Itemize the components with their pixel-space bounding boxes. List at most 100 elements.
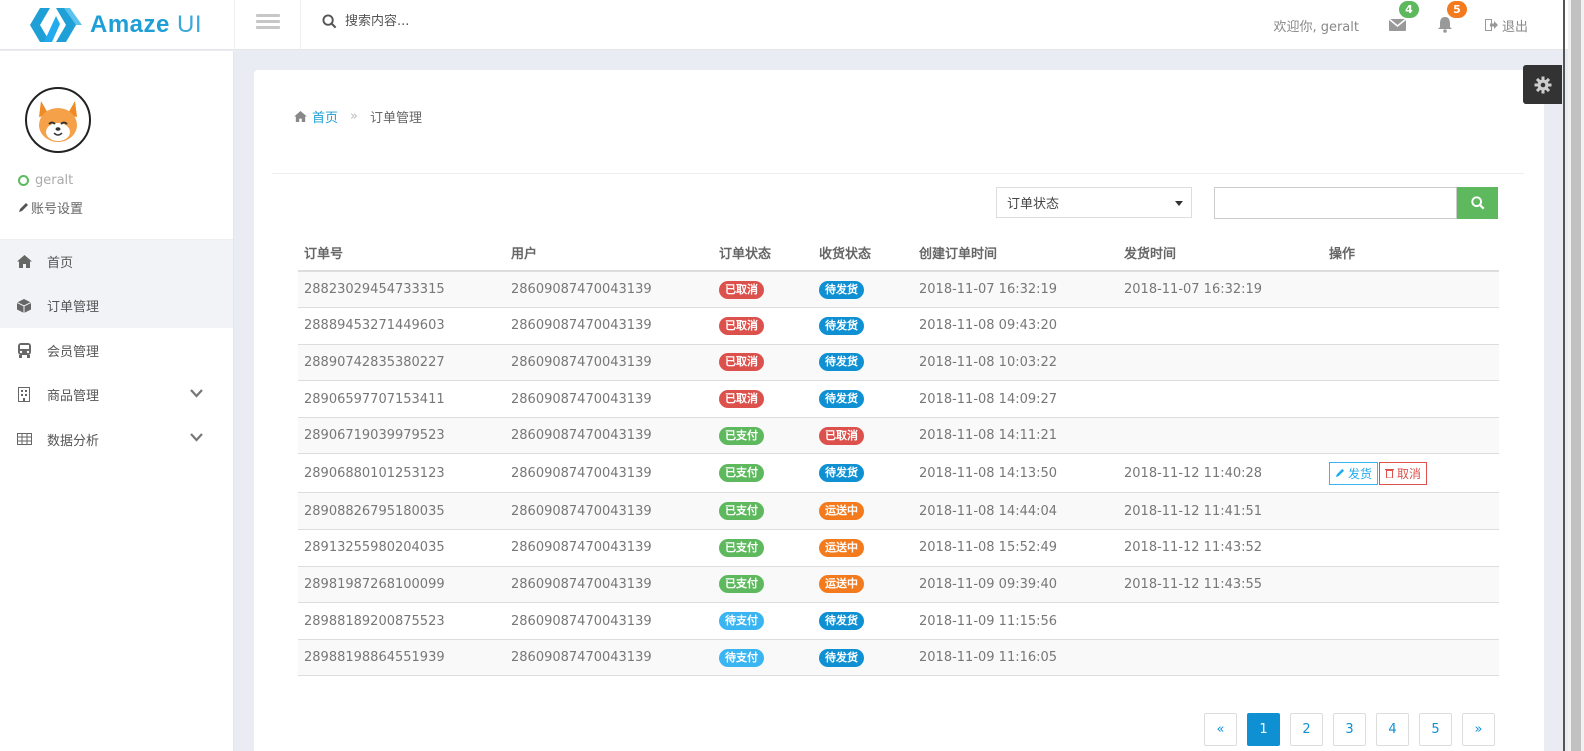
status-badge: 已取消: [819, 426, 864, 445]
page-scrollbar[interactable]: [1568, 0, 1584, 751]
status-badge: 待发货: [819, 316, 864, 335]
user-id-cell: 28609087470043139: [505, 417, 713, 455]
table-row: 28906880101253123 28609087470043139 已支付 待发货…: [298, 453, 1499, 494]
created-time-cell: 2018-11-08 10:03:22: [913, 344, 1118, 382]
order-status-cell: 待支付: [713, 602, 813, 640]
table-row: 28913255980204035 28609087470043139 已支付 运送中…: [298, 529, 1499, 567]
actions-cell: 发货 取消: [1323, 453, 1499, 494]
messages-button[interactable]: 4: [1388, 1, 1419, 35]
ship-button[interactable]: 发货: [1329, 461, 1379, 485]
pagination-page-1[interactable]: 1: [1247, 713, 1280, 746]
created-time-cell: 2018-11-07 16:32:19: [913, 271, 1118, 309]
table-row: 28988189200875523 28609087470043139 待支付 待发货…: [298, 602, 1499, 640]
content-panel: 首页 » 订单管理 订单状态 订单号 用户 订单状态 收货状态 创建订单时间 发…: [254, 70, 1544, 751]
pencil-icon: [1335, 469, 1345, 478]
shipped-time-cell: [1118, 639, 1323, 677]
created-time-cell: 2018-11-09 11:16:05: [913, 639, 1118, 677]
delivery-status-cell: 待发货: [813, 271, 913, 309]
column-header: 发货时间: [1118, 235, 1323, 272]
order-search-field[interactable]: [1214, 187, 1457, 219]
order-id-cell: 28906597707153411: [298, 380, 505, 418]
notifications-button[interactable]: 5: [1437, 1, 1467, 35]
breadcrumb-separator: »: [350, 109, 358, 124]
cube-icon: [16, 298, 32, 314]
shipped-time-cell: 2018-11-12 11:43:52: [1118, 529, 1323, 567]
order-id-cell: 28913255980204035: [298, 529, 505, 567]
user-id-cell: 28609087470043139: [505, 344, 713, 382]
status-badge: 待发货: [819, 464, 864, 483]
order-status-select[interactable]: 订单状态: [996, 187, 1192, 218]
order-id-cell: 28906719039979523: [298, 417, 505, 455]
menu-toggle-button[interactable]: [256, 14, 280, 34]
search-icon: [1470, 196, 1484, 210]
order-id-cell: 28908826795180035: [298, 492, 505, 531]
column-header: 订单状态: [713, 235, 813, 272]
shipped-time-cell: 2018-11-12 11:41:51: [1118, 492, 1323, 531]
shipped-time-cell: [1118, 417, 1323, 455]
order-status-cell: 已支付: [713, 492, 813, 531]
settings-button[interactable]: [1523, 65, 1562, 104]
status-badge: 已取消: [719, 390, 764, 409]
logout-button[interactable]: 退出: [1484, 16, 1528, 35]
order-id-cell: 28906880101253123: [298, 453, 505, 494]
pagination-page-4[interactable]: 4: [1376, 713, 1409, 746]
pagination-page-3[interactable]: 3: [1333, 713, 1366, 746]
actions-cell: [1323, 417, 1499, 455]
divider: [234, 0, 235, 50]
order-status-cell: 已支付: [713, 566, 813, 604]
sidebar-item-orders[interactable]: 订单管理: [0, 283, 233, 328]
actions-cell: [1323, 529, 1499, 567]
sidebar-item-analytics[interactable]: 数据分析: [0, 417, 233, 462]
user-id-cell: 28609087470043139: [505, 307, 713, 345]
chevron-down-icon[interactable]: [190, 433, 203, 442]
cancel-order-button[interactable]: 取消: [1379, 461, 1428, 485]
column-header: 收货状态: [813, 235, 913, 272]
breadcrumb-home[interactable]: 首页: [294, 107, 338, 126]
order-status-cell: 已支付: [713, 453, 813, 494]
actions-cell: [1323, 271, 1499, 309]
account-settings-link[interactable]: 账号设置: [18, 198, 83, 217]
envelope-icon: [1388, 18, 1407, 31]
shipped-time-cell: 2018-11-07 16:32:19: [1118, 271, 1323, 309]
sidebar-item-home[interactable]: 首页: [0, 239, 233, 284]
delivery-status-cell: 待发货: [813, 380, 913, 418]
actions-cell: [1323, 602, 1499, 640]
top-bar: Amaze UI 欢迎你, geralt 4 5 退出: [0, 0, 1568, 50]
order-status-cell: 已取消: [713, 307, 813, 345]
gear-icon: [1534, 76, 1551, 93]
caret-down-icon: [1175, 201, 1183, 206]
pagination-page-5[interactable]: 5: [1419, 713, 1452, 746]
building-icon: [16, 387, 32, 403]
status-badge: 待发货: [819, 648, 864, 667]
user-id-cell: 28609087470043139: [505, 492, 713, 531]
created-time-cell: 2018-11-08 14:13:50: [913, 453, 1118, 494]
table-row: 28890742835380227 28609087470043139 已取消 待发货…: [298, 344, 1499, 382]
notifications-badge: 5: [1446, 1, 1467, 18]
search-input[interactable]: [345, 14, 645, 29]
order-search-button[interactable]: [1457, 187, 1498, 219]
shipped-time-cell: [1118, 380, 1323, 418]
pagination-next[interactable]: »: [1462, 713, 1495, 746]
order-id-cell: 28988198864551939: [298, 639, 505, 677]
avatar[interactable]: [25, 87, 91, 153]
user-id-cell: 28609087470043139: [505, 529, 713, 567]
delivery-status-cell: 待发货: [813, 344, 913, 382]
table-row: 28981987268100099 28609087470043139 已支付 运送中…: [298, 566, 1499, 604]
scrollbar-thumb[interactable]: [1571, 0, 1581, 751]
sidebar-item-products[interactable]: 商品管理: [0, 373, 233, 418]
table-body: 28823029454733315 28609087470043139 已取消 待发货…: [298, 271, 1499, 677]
column-header: 订单号: [298, 235, 505, 272]
status-badge: 已支付: [719, 426, 764, 445]
pagination-prev[interactable]: «: [1204, 713, 1237, 746]
sidebar-item-members[interactable]: 会员管理: [0, 328, 233, 373]
shipped-time-cell: [1118, 307, 1323, 345]
chevron-down-icon[interactable]: [190, 388, 203, 398]
created-time-cell: 2018-11-08 09:43:20: [913, 307, 1118, 345]
pagination: « 1 2 3 4 5 »: [1204, 713, 1505, 746]
brand-name: Amaze UI: [90, 11, 203, 38]
column-header: 用户: [505, 235, 713, 272]
logo[interactable]: Amaze UI: [30, 6, 202, 44]
bell-icon: [1437, 17, 1452, 33]
status-badge: 已取消: [719, 353, 764, 372]
pagination-page-2[interactable]: 2: [1290, 713, 1323, 746]
